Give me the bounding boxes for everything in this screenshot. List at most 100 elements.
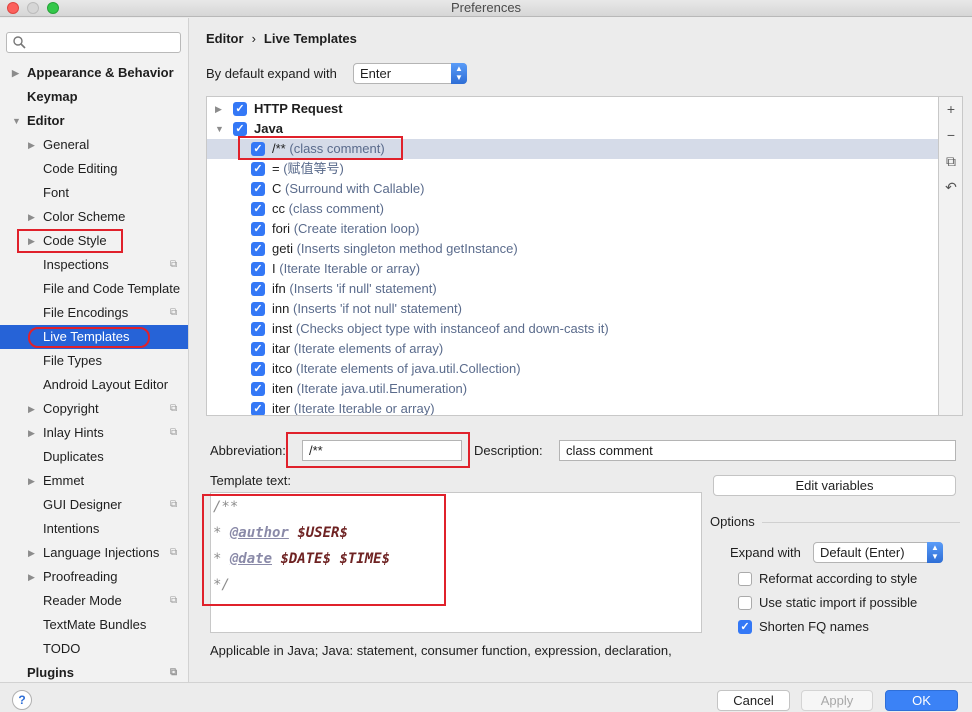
breadcrumb-parent[interactable]: Editor bbox=[206, 31, 244, 46]
restore-icon[interactable]: ↶ bbox=[939, 179, 963, 196]
template-checkbox[interactable]: ✓ bbox=[251, 282, 265, 296]
sidebar-item[interactable]: ▶ Copyright ⧉ bbox=[0, 397, 188, 421]
template-item[interactable]: ✓ geti (Inserts singleton method getInsta… bbox=[207, 239, 938, 259]
template-item[interactable]: ✓ iter (Iterate Iterable or array) bbox=[207, 399, 938, 415]
group-checkbox[interactable]: ✓ bbox=[233, 122, 247, 136]
template-description: (Inserts singleton method getInstance) bbox=[296, 241, 518, 256]
chevron-down-icon[interactable]: ▼ bbox=[215, 119, 224, 139]
sidebar-item[interactable]: GUI Designer ⧉ bbox=[0, 493, 188, 517]
sidebar-item-label: Inspections bbox=[43, 257, 109, 272]
template-group[interactable]: ▶ ✓ HTTP Request bbox=[207, 99, 938, 119]
chevron-right-icon[interactable]: ▶ bbox=[28, 469, 35, 493]
template-item[interactable]: ✓ fori (Create iteration loop) bbox=[207, 219, 938, 239]
template-abbreviation: geti bbox=[272, 241, 293, 256]
template-checkbox[interactable]: ✓ bbox=[251, 162, 265, 176]
sidebar-item[interactable]: ▶ Inlay Hints ⧉ bbox=[0, 421, 188, 445]
project-settings-icon: ⧉ bbox=[170, 547, 178, 558]
sidebar-item[interactable]: Code Editing bbox=[0, 157, 188, 181]
template-item[interactable]: ✓ cc (class comment) bbox=[207, 199, 938, 219]
chevron-right-icon[interactable]: ▶ bbox=[12, 61, 19, 85]
template-checkbox[interactable]: ✓ bbox=[251, 322, 265, 336]
chevron-right-icon[interactable]: ▶ bbox=[215, 99, 222, 119]
template-item[interactable]: ✓ ifn (Inserts 'if null' statement) bbox=[207, 279, 938, 299]
sidebar-item[interactable]: Keymap bbox=[0, 85, 188, 109]
sidebar-item[interactable]: TextMate Bundles bbox=[0, 613, 188, 637]
template-item[interactable]: ✓ itar (Iterate elements of array) bbox=[207, 339, 938, 359]
sidebar-item[interactable]: ▶ Language Injections ⧉ bbox=[0, 541, 188, 565]
template-checkbox[interactable]: ✓ bbox=[251, 182, 265, 196]
sidebar-item[interactable]: ▶ Appearance & Behavior bbox=[0, 61, 188, 85]
chevron-right-icon[interactable]: ▶ bbox=[28, 541, 35, 565]
sidebar-item[interactable]: Intentions bbox=[0, 517, 188, 541]
sidebar-item[interactable]: TODO bbox=[0, 637, 188, 661]
sidebar-item-label: Plugins bbox=[27, 665, 74, 680]
sidebar-item[interactable]: File Encodings ⧉ bbox=[0, 301, 188, 325]
sidebar-item-label: File Encodings bbox=[43, 305, 129, 320]
reformat-checkbox[interactable] bbox=[738, 572, 752, 586]
sidebar-item[interactable]: Android Layout Editor bbox=[0, 373, 188, 397]
sidebar-item[interactable]: Reader Mode ⧉ bbox=[0, 589, 188, 613]
sidebar-item[interactable]: Inspections ⧉ bbox=[0, 253, 188, 277]
shorten-fq-checkbox[interactable]: ✓ bbox=[738, 620, 752, 634]
copy-icon[interactable]: ⧉ bbox=[939, 153, 963, 170]
search-input[interactable] bbox=[6, 32, 181, 53]
sidebar-item[interactable]: ▶ General bbox=[0, 133, 188, 157]
template-item[interactable]: ✓ C (Surround with Callable) bbox=[207, 179, 938, 199]
template-item[interactable]: ✓ = (赋值等号) bbox=[207, 159, 938, 179]
static-import-checkbox[interactable] bbox=[738, 596, 752, 610]
template-checkbox[interactable]: ✓ bbox=[251, 242, 265, 256]
template-description: (class comment) bbox=[288, 201, 384, 216]
cancel-button[interactable]: Cancel bbox=[717, 690, 790, 711]
sidebar-item[interactable]: ▶ Color Scheme bbox=[0, 205, 188, 229]
chevron-right-icon[interactable]: ▶ bbox=[28, 133, 35, 157]
template-checkbox[interactable]: ✓ bbox=[251, 342, 265, 356]
sidebar-item[interactable]: Plugins ⧉ bbox=[0, 661, 188, 682]
apply-button[interactable]: Apply bbox=[801, 690, 873, 711]
chevron-right-icon[interactable]: ▶ bbox=[28, 397, 35, 421]
template-checkbox[interactable]: ✓ bbox=[251, 362, 265, 376]
template-item[interactable]: ✓ itco (Iterate elements of java.util.Col… bbox=[207, 359, 938, 379]
sidebar-item-label: File Types bbox=[43, 353, 103, 368]
sidebar-item[interactable]: ▶ Proofreading bbox=[0, 565, 188, 589]
template-checkbox[interactable]: ✓ bbox=[251, 402, 265, 415]
sidebar-item-label: General bbox=[43, 137, 90, 152]
template-checkbox[interactable]: ✓ bbox=[251, 222, 265, 236]
add-icon[interactable]: + bbox=[939, 101, 963, 117]
sidebar-item-label: Code Editing bbox=[43, 161, 118, 176]
edit-variables-button[interactable]: Edit variables bbox=[713, 475, 956, 496]
template-item[interactable]: ✓ I (Iterate Iterable or array) bbox=[207, 259, 938, 279]
sidebar-item[interactable]: File Types bbox=[0, 349, 188, 373]
help-icon[interactable]: ? bbox=[12, 690, 32, 710]
group-checkbox[interactable]: ✓ bbox=[233, 102, 247, 116]
sidebar-item[interactable]: ▶ Emmet bbox=[0, 469, 188, 493]
sidebar-item-label: Proofreading bbox=[43, 569, 118, 584]
expand-with-label: Expand with bbox=[730, 545, 801, 560]
template-description: (Checks object type with instanceof and … bbox=[295, 321, 609, 336]
chevron-right-icon[interactable]: ▶ bbox=[28, 421, 35, 445]
template-checkbox[interactable]: ✓ bbox=[251, 202, 265, 216]
remove-icon[interactable]: − bbox=[939, 127, 963, 143]
sidebar-item[interactable]: Duplicates bbox=[0, 445, 188, 469]
template-item[interactable]: ✓ inst (Checks object type with instanceo… bbox=[207, 319, 938, 339]
sidebar-item[interactable]: ▼ Editor bbox=[0, 109, 188, 133]
expand-with-select[interactable]: Default (Enter) ▲ ▼ bbox=[813, 542, 943, 563]
default-expand-select[interactable]: Enter ▲ ▼ bbox=[353, 63, 467, 84]
chevron-down-icon[interactable]: ▼ bbox=[12, 109, 21, 133]
template-checkbox[interactable]: ✓ bbox=[251, 302, 265, 316]
chevron-right-icon[interactable]: ▶ bbox=[28, 205, 35, 229]
ok-button[interactable]: OK bbox=[885, 690, 958, 711]
templates-toolbar: + − ⧉ ↶ bbox=[939, 96, 963, 416]
description-field[interactable]: class comment bbox=[559, 440, 956, 461]
chevron-right-icon[interactable]: ▶ bbox=[28, 565, 35, 589]
template-checkbox[interactable]: ✓ bbox=[251, 382, 265, 396]
sidebar-item-label: Keymap bbox=[27, 89, 78, 104]
template-item[interactable]: ✓ iten (Iterate java.util.Enumeration) bbox=[207, 379, 938, 399]
template-item[interactable]: ✓ inn (Inserts 'if not null' statement) bbox=[207, 299, 938, 319]
project-settings-icon: ⧉ bbox=[170, 307, 178, 318]
sidebar-item[interactable]: File and Code Template bbox=[0, 277, 188, 301]
sidebar-item[interactable]: Font bbox=[0, 181, 188, 205]
template-checkbox[interactable]: ✓ bbox=[251, 262, 265, 276]
highlight-template-text bbox=[202, 494, 446, 606]
template-description: (赋值等号) bbox=[283, 161, 344, 176]
applicable-contexts[interactable]: Applicable in Java; Java: statement, con… bbox=[210, 643, 672, 658]
